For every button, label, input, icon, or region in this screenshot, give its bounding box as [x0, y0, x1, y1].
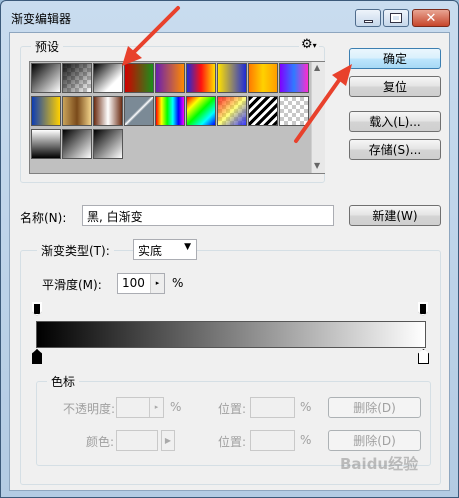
preset-swatch[interactable] — [217, 63, 247, 93]
opacity-location-label: 位置: — [218, 402, 247, 416]
preset-swatch[interactable] — [186, 96, 216, 126]
opacity-location-input — [250, 397, 295, 418]
gradient-type-label: 渐变类型(T): — [37, 242, 114, 259]
smoothness-input[interactable]: 100 ▸ — [117, 273, 165, 294]
preset-swatch[interactable] — [62, 63, 92, 93]
preset-swatch[interactable] — [124, 63, 154, 93]
color-location-label: 位置: — [218, 435, 247, 449]
watermark-text: Baidu经验 — [340, 455, 419, 473]
color-location-input — [250, 430, 295, 451]
preset-swatch[interactable] — [31, 129, 61, 159]
minimize-button[interactable] — [355, 9, 381, 27]
preset-scrollbar[interactable]: ▲ ▼ — [311, 62, 325, 173]
save-button[interactable]: 存储(S)... — [349, 139, 441, 160]
reset-button[interactable]: 复位 — [349, 76, 441, 97]
new-button[interactable]: 新建(W) — [349, 205, 441, 226]
opacity-label: 不透明度: — [63, 402, 116, 416]
preset-swatch[interactable] — [248, 63, 278, 93]
maximize-icon — [390, 13, 402, 23]
maximize-button[interactable] — [383, 9, 409, 27]
preset-swatch[interactable] — [155, 96, 185, 126]
smoothness-unit: % — [172, 276, 184, 290]
preset-swatch[interactable] — [124, 96, 154, 126]
title-bar[interactable]: 渐变编辑器 ✕ — [1, 1, 458, 33]
color-label: 颜色: — [86, 435, 115, 449]
opacity-location-percent: % — [300, 400, 312, 414]
minimize-icon — [363, 19, 373, 23]
ok-button[interactable]: 确定 — [349, 48, 441, 69]
opacity-stepper-icon: ▸ — [149, 398, 163, 417]
preset-swatch[interactable] — [62, 129, 92, 159]
presets-legend: 预设 — [31, 38, 64, 55]
gradient-editor-window: 渐变编辑器 ✕ 预设 ⚙▾ ▲ ▼ 确定 复位 载入(L)... 存储(S)..… — [0, 0, 459, 498]
delete-opacity-stop-button: 删除(D) — [328, 397, 421, 418]
smoothness-label: 平滑度(M): — [42, 278, 102, 292]
window-title: 渐变编辑器 — [11, 12, 72, 26]
gradient-preview-bar[interactable] — [36, 321, 426, 348]
preset-swatch[interactable] — [279, 63, 309, 93]
close-button[interactable]: ✕ — [412, 9, 450, 27]
preset-swatch[interactable] — [93, 96, 123, 126]
smoothness-stepper-icon[interactable]: ▸ — [150, 274, 164, 293]
name-label: 名称(N): — [20, 211, 67, 225]
smoothness-value: 100 — [122, 276, 145, 290]
preset-swatch[interactable] — [279, 96, 309, 126]
color-location-percent: % — [300, 433, 312, 447]
preset-swatch[interactable] — [93, 129, 123, 159]
preset-swatch[interactable] — [31, 63, 61, 93]
preset-swatch[interactable] — [31, 96, 61, 126]
preset-swatch[interactable] — [186, 63, 216, 93]
gradient-type-value: 实底 — [138, 244, 163, 258]
scroll-up-icon[interactable]: ▲ — [314, 63, 320, 72]
scroll-down-icon[interactable]: ▼ — [314, 161, 320, 170]
chevron-down-icon: ▼ — [184, 242, 191, 252]
color-picker-arrow-icon: ▶ — [161, 430, 175, 451]
opacity-percent: % — [170, 400, 182, 414]
close-icon: ✕ — [425, 10, 437, 26]
gradient-type-select[interactable]: 实底 ▼ — [133, 239, 197, 260]
preset-swatch[interactable] — [62, 96, 92, 126]
dialog-client: 预设 ⚙▾ ▲ ▼ 确定 复位 载入(L)... 存储(S)... 名称(N):… — [9, 32, 450, 491]
preset-swatch[interactable] — [155, 63, 185, 93]
load-button[interactable]: 载入(L)... — [349, 111, 441, 132]
name-input[interactable]: 黑, 白渐变 — [82, 205, 334, 226]
opacity-input: ▸ — [116, 397, 164, 418]
delete-color-stop-button: 删除(D) — [328, 430, 421, 451]
gear-icon[interactable]: ⚙▾ — [299, 37, 319, 52]
color-swatch-input — [116, 430, 158, 451]
color-stops-legend: 色标 — [47, 373, 80, 390]
preset-swatch[interactable] — [248, 96, 278, 126]
preset-swatch[interactable] — [93, 63, 123, 93]
preset-swatches: ▲ ▼ — [29, 61, 325, 174]
preset-swatch[interactable] — [217, 96, 247, 126]
